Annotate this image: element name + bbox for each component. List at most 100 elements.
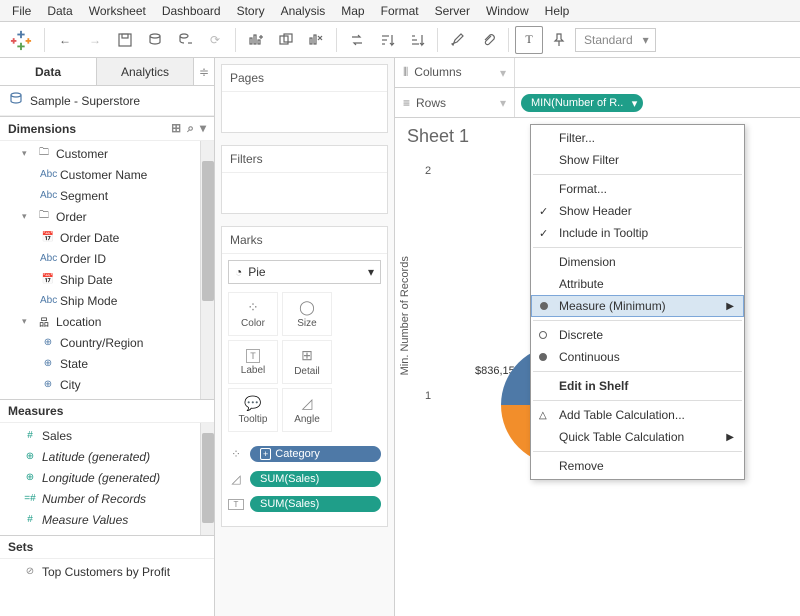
new-sheet-button[interactable] <box>242 26 270 54</box>
field-longitude[interactable]: ⊕Longitude (generated) <box>0 467 214 488</box>
number-icon: # <box>22 514 38 525</box>
tab-data[interactable]: Data <box>0 58 97 85</box>
mark-type-dropdown[interactable]: ◔Pie ▾ <box>228 260 381 284</box>
run-button[interactable]: ⟳ <box>201 26 229 54</box>
y-axis-label: Min. Number of Records <box>399 256 411 375</box>
menu-analysis[interactable]: Analysis <box>273 2 334 20</box>
sort-asc-button[interactable] <box>373 26 401 54</box>
pages-label: Pages <box>222 65 387 92</box>
fit-dropdown[interactable]: Standard <box>575 28 656 52</box>
menu-dashboard[interactable]: Dashboard <box>154 2 229 20</box>
menu-data[interactable]: Data <box>39 2 80 20</box>
field-sales[interactable]: #Sales <box>0 425 214 446</box>
label-toggle-button[interactable]: T <box>515 26 543 54</box>
folder-location[interactable]: ▾品Location <box>0 311 214 332</box>
field-ship-mode[interactable]: AbcShip Mode <box>0 290 214 311</box>
field-city[interactable]: ⊕City <box>0 374 214 395</box>
menu-file[interactable]: File <box>4 2 39 20</box>
ctx-edit-in-shelf[interactable]: Edit in Shelf <box>531 375 744 397</box>
field-measure-values[interactable]: #Measure Values <box>0 509 214 530</box>
new-datasource-button[interactable] <box>141 26 169 54</box>
datasource-row[interactable]: Sample - Superstore <box>0 86 214 116</box>
marks-card: Marks ◔Pie ▾ ⁘Color ◯Size TLabel ⊞Detail… <box>221 226 388 527</box>
folder-customer[interactable]: ▾🗀Customer <box>0 143 214 164</box>
clear-sheet-button[interactable] <box>302 26 330 54</box>
autoupdate-button[interactable] <box>171 26 199 54</box>
ctx-measure[interactable]: Measure (Minimum)▶ <box>531 295 744 317</box>
menu-help[interactable]: Help <box>537 2 578 20</box>
detail-icon: ⊞ <box>301 347 313 364</box>
search-icon[interactable]: ⌕ <box>187 121 194 136</box>
angle-card[interactable]: ◿Angle <box>282 388 332 432</box>
chevron-down-icon[interactable]: ▾ <box>500 66 506 80</box>
tab-analytics[interactable]: Analytics <box>97 58 194 85</box>
size-card[interactable]: ◯Size <box>282 292 332 336</box>
ctx-continuous[interactable]: Continuous <box>531 346 744 368</box>
save-button[interactable] <box>111 26 139 54</box>
tooltip-card[interactable]: 💬Tooltip <box>228 388 278 432</box>
ctx-quick-table-calc[interactable]: Quick Table Calculation▶ <box>531 426 744 448</box>
ctx-show-header[interactable]: ✓Show Header <box>531 200 744 222</box>
field-ship-date[interactable]: 📅Ship Date <box>0 269 214 290</box>
rows-pill-min-records[interactable]: MIN(Number of R.. <box>521 94 643 112</box>
menu-format[interactable]: Format <box>373 2 427 20</box>
menu-map[interactable]: Map <box>333 2 372 20</box>
ctx-filter[interactable]: Filter... <box>531 127 744 149</box>
abc-icon: Abc <box>40 253 56 264</box>
ctx-attribute[interactable]: Attribute <box>531 273 744 295</box>
pill-sum-sales-angle[interactable]: ◿SUM(Sales) <box>228 468 381 490</box>
tab-options-icon[interactable]: ≑ <box>194 58 214 85</box>
label-card[interactable]: TLabel <box>228 340 278 384</box>
highlight-button[interactable] <box>444 26 472 54</box>
field-country[interactable]: ⊕Country/Region <box>0 332 214 353</box>
date-icon: 📅 <box>40 274 56 285</box>
rows-icon: ≡ <box>403 96 410 110</box>
dimensions-scrollbar[interactable] <box>200 141 214 399</box>
field-order-date[interactable]: 📅Order Date <box>0 227 214 248</box>
swap-button[interactable] <box>343 26 371 54</box>
field-latitude[interactable]: ⊕Latitude (generated) <box>0 446 214 467</box>
filters-shelf[interactable]: Filters <box>221 145 388 214</box>
menu-story[interactable]: Story <box>229 2 273 20</box>
submenu-arrow-icon: ▶ <box>726 301 734 312</box>
field-segment[interactable]: AbcSegment <box>0 185 214 206</box>
ctx-remove[interactable]: Remove <box>531 455 744 477</box>
ctx-show-filter[interactable]: Show Filter <box>531 149 744 171</box>
chevron-down-icon[interactable]: ▾ <box>500 96 506 110</box>
delta-icon: △ <box>539 410 547 421</box>
forward-button[interactable]: → <box>81 26 109 54</box>
ctx-add-table-calc[interactable]: △Add Table Calculation... <box>531 404 744 426</box>
rows-shelf[interactable]: ≡Rows▾ MIN(Number of R.. <box>395 88 800 118</box>
columns-icon: ⦀ <box>403 65 408 80</box>
field-top-customers[interactable]: ⊘Top Customers by Profit <box>0 561 214 582</box>
field-number-of-records[interactable]: =#Number of Records <box>0 488 214 509</box>
pill-category[interactable]: ⁘+Category <box>228 443 381 465</box>
menu-server[interactable]: Server <box>427 2 478 20</box>
back-button[interactable]: ← <box>51 26 79 54</box>
ctx-include-tooltip[interactable]: ✓Include in Tooltip <box>531 222 744 244</box>
sets-header: Sets <box>0 535 214 559</box>
detail-card[interactable]: ⊞Detail <box>282 340 332 384</box>
field-customer-name[interactable]: AbcCustomer Name <box>0 164 214 185</box>
pin-button[interactable] <box>545 26 573 54</box>
menu-worksheet[interactable]: Worksheet <box>81 2 154 20</box>
sort-desc-button[interactable] <box>403 26 431 54</box>
ctx-dimension[interactable]: Dimension <box>531 251 744 273</box>
ctx-discrete[interactable]: Discrete <box>531 324 744 346</box>
color-card[interactable]: ⁘Color <box>228 292 278 336</box>
duplicate-button[interactable] <box>272 26 300 54</box>
field-state[interactable]: ⊕State <box>0 353 214 374</box>
view-icon[interactable]: ⊞ <box>171 121 181 136</box>
field-order-id[interactable]: AbcOrder ID <box>0 248 214 269</box>
abc-icon: Abc <box>40 190 56 201</box>
pages-shelf[interactable]: Pages <box>221 64 388 133</box>
tableau-logo-icon[interactable] <box>10 29 32 51</box>
ctx-format[interactable]: Format... <box>531 178 744 200</box>
attachment-button[interactable] <box>474 26 502 54</box>
columns-shelf[interactable]: ⦀Columns▾ <box>395 58 800 88</box>
measures-scrollbar[interactable] <box>200 423 214 535</box>
menu-icon[interactable]: ▾ <box>200 121 206 136</box>
pill-sum-sales-label[interactable]: TSUM(Sales) <box>228 493 381 515</box>
menu-window[interactable]: Window <box>478 2 537 20</box>
folder-order[interactable]: ▾🗀Order <box>0 206 214 227</box>
